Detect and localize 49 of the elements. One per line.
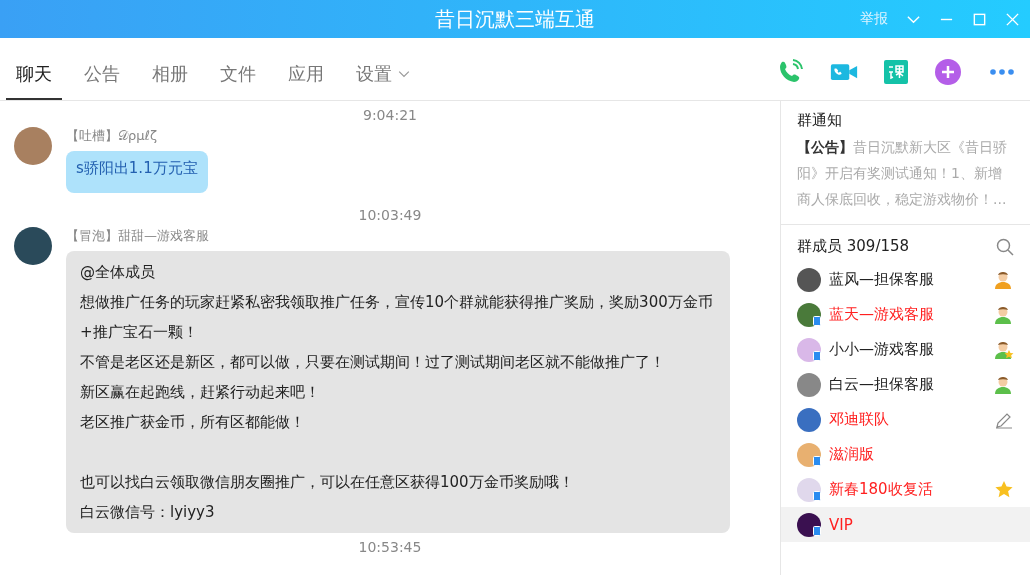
member-name: 蓝天—游戏客服 xyxy=(829,305,935,324)
member-row[interactable]: 邓迪联队 xyxy=(781,402,1030,437)
sender-name: 【吐槽】𝒟ρμℓζ xyxy=(66,127,157,145)
message-text: s骄阳出1.1万元宝 xyxy=(76,158,198,179)
avatar xyxy=(14,127,52,165)
message-text: @全体成员 xyxy=(80,262,156,283)
member-name: VIP xyxy=(829,515,854,534)
tab[interactable]: 相册 xyxy=(142,62,198,100)
avatar xyxy=(797,372,821,397)
member-row[interactable]: 新春180收复活 xyxy=(781,472,1030,507)
member-row[interactable]: 白云—担保客服 xyxy=(781,367,1030,402)
member-name: 新春180收复活 xyxy=(829,480,934,499)
member-row[interactable]: 蓝天—游戏客服 xyxy=(781,297,1030,332)
member-name: 蓝风—担保客服 xyxy=(829,270,935,289)
notice-text[interactable]: 【公告】昔日沉默新大区《昔日骄阳》开启有奖测试通知！1、新增商人保底回收，稳定游戏物价！... xyxy=(797,134,1014,212)
class-icon[interactable] xyxy=(884,60,908,84)
plus-icon[interactable] xyxy=(934,58,962,86)
tab[interactable]: 文件 xyxy=(210,62,266,100)
sender-name: 【冒泡】甜甜—游戏客服 xyxy=(66,227,209,245)
member-row[interactable]: 蓝风—担保客服 xyxy=(781,262,1030,297)
notice-title: 群通知 xyxy=(797,111,843,130)
message-text: 想做推广任务的玩家赶紧私密我领取推广任务，宣传10个群就能获得推广奖励，奖励300万金币+推广宝石一颗！ xyxy=(80,292,714,343)
message-text: 白云微信号：lyiyy3 xyxy=(80,502,216,523)
avatar xyxy=(797,407,821,432)
avatar xyxy=(14,227,52,265)
timestamp: 10:53:45 xyxy=(357,538,423,557)
member-row[interactable]: 滋润版 xyxy=(781,437,1030,472)
search-icon[interactable] xyxy=(996,237,1014,256)
tab[interactable]: 聊天 xyxy=(6,62,62,100)
members-title: 群成员 309/158 xyxy=(797,237,910,256)
member-name: 邓迪联队 xyxy=(829,410,890,429)
member-name: 小小—游戏客服 xyxy=(829,340,935,359)
tab[interactable]: 公告 xyxy=(74,62,130,100)
maximize-icon[interactable] xyxy=(972,11,987,27)
tab[interactable]: 设置 xyxy=(346,62,420,100)
timestamp: 10:03:49 xyxy=(357,206,423,225)
message-text: 不管是老区还是新区，都可以做，只要在测试期间！过了测试期间老区就不能做推广了！ xyxy=(80,352,666,373)
message-text: 新区赢在起跑线，赶紧行动起来吧！ xyxy=(80,382,321,403)
message-text: 也可以找白云领取微信朋友圈推广，可以在任意区获得100万金币奖励哦！ xyxy=(80,472,575,493)
close-icon[interactable] xyxy=(1005,11,1020,27)
avatar xyxy=(797,267,821,292)
tab[interactable]: 应用 xyxy=(278,62,334,100)
window-title: 昔日沉默三端互通 xyxy=(435,5,595,33)
member-row[interactable]: VIP xyxy=(781,507,1030,542)
timestamp: 9:04:21 xyxy=(362,106,418,125)
member-name: 白云—担保客服 xyxy=(829,375,935,394)
member-name: 滋润版 xyxy=(829,445,875,464)
member-row[interactable]: 小小—游戏客服 xyxy=(781,332,1030,367)
message-text: 老区推广获金币，所有区都能做！ xyxy=(80,412,306,433)
